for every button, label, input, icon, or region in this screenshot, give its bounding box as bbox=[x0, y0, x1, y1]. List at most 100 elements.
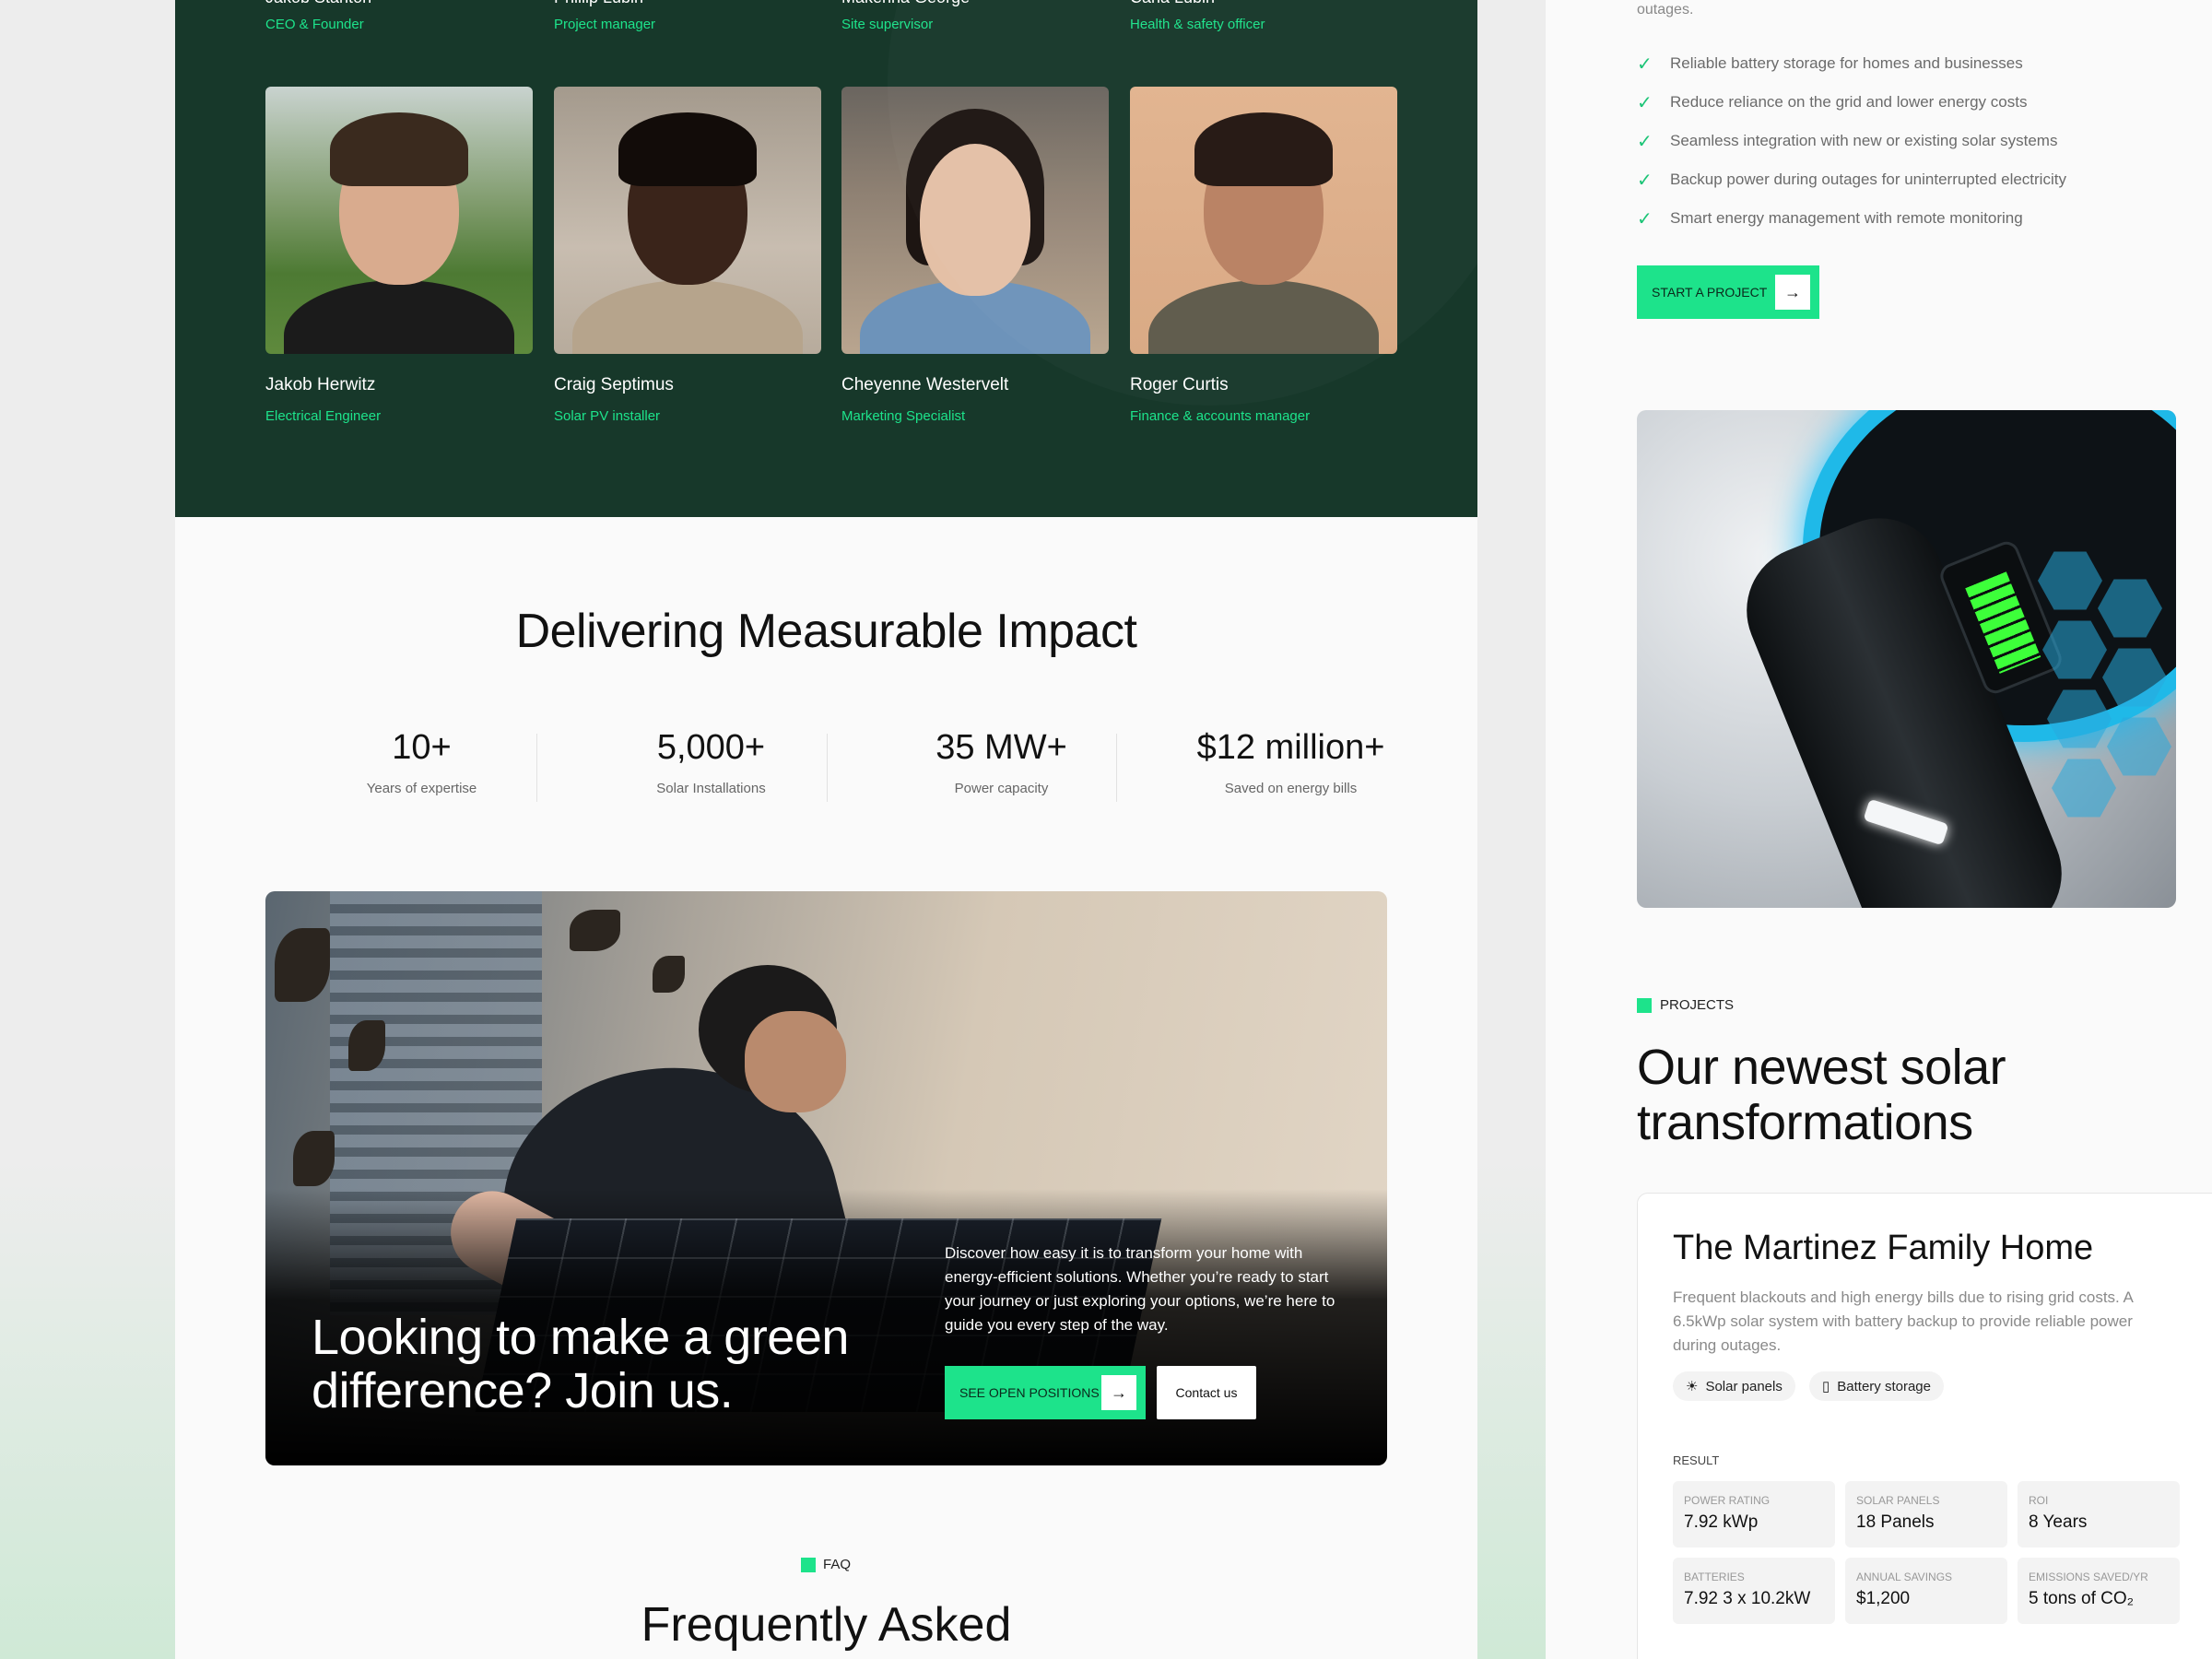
faq-section-tag: FAQ bbox=[801, 1557, 851, 1572]
chip-label: Solar panels bbox=[1705, 1378, 1783, 1394]
battery-level-bars bbox=[1965, 571, 2041, 674]
member-name: Craig Septimus bbox=[554, 375, 674, 394]
metric-card: SOLAR PANELS 18 Panels bbox=[1845, 1481, 2007, 1547]
chip-label: Battery storage bbox=[1837, 1378, 1931, 1394]
list-item: ✓ Reduce reliance on the grid and lower e… bbox=[1637, 83, 2066, 122]
tag-chip: ▯ Battery storage bbox=[1809, 1371, 1944, 1401]
stat-divider bbox=[827, 734, 828, 802]
battery-icon: ▯ bbox=[1822, 1379, 1830, 1394]
team-section: Jakob Stanton CEO & Founder Phillip Lubi… bbox=[175, 0, 1477, 517]
metric-value: 8 Years bbox=[2029, 1512, 2088, 1532]
join-us-banner: Looking to make a green difference? Join… bbox=[265, 891, 1387, 1465]
member-role: Site supervisor bbox=[841, 17, 934, 32]
metric-value: $1,200 bbox=[1856, 1589, 1911, 1608]
metric-value: 5 tons of CO₂ bbox=[2029, 1589, 2135, 1608]
tag-square-icon bbox=[801, 1557, 816, 1572]
battery-charger-image bbox=[1637, 410, 2176, 908]
member-role: Project manager bbox=[554, 17, 656, 32]
leaf-shape bbox=[293, 1131, 335, 1186]
result-label: RESULT bbox=[1673, 1453, 1720, 1467]
stat-value: 5,000+ bbox=[656, 728, 766, 767]
main-canvas: Jakob Stanton CEO & Founder Phillip Lubi… bbox=[175, 0, 1477, 1659]
benefit-text: Seamless integration with new or existin… bbox=[1670, 132, 2058, 149]
member-name: Phillip Lubin bbox=[554, 0, 655, 7]
intro-text-tail: outages. bbox=[1637, 2, 1694, 18]
member-name: Jakob Herwitz bbox=[265, 375, 376, 394]
project-card[interactable]: The Martinez Family Home Frequent blacko… bbox=[1637, 1193, 2212, 1659]
stat-label: Power capacity bbox=[954, 781, 1049, 796]
list-item: ✓ Seamless integration with new or existi… bbox=[1637, 122, 2066, 160]
metric-label: POWER RATING bbox=[1684, 1494, 1771, 1507]
member-photo bbox=[554, 87, 821, 354]
hex-icon bbox=[2052, 759, 2116, 818]
leaf-shape bbox=[348, 1020, 385, 1071]
benefits-list: ✓ Reliable battery storage for homes and … bbox=[1637, 44, 2066, 238]
member-role: CEO & Founder bbox=[265, 17, 364, 32]
stat-divider bbox=[536, 734, 537, 802]
team-member-card: Phillip Lubin Project manager bbox=[554, 0, 655, 32]
metric-label: EMISSIONS SAVED/YR bbox=[2029, 1571, 2148, 1583]
team-member-card: Craig Septimus Solar PV installer bbox=[554, 87, 821, 424]
team-member-card: Carla Lubin Health & safety officer bbox=[1130, 0, 1265, 32]
benefit-text: Backup power during outages for uninterr… bbox=[1670, 171, 2066, 188]
benefit-text: Reliable battery storage for homes and b… bbox=[1670, 54, 2023, 72]
member-role: Electrical Engineer bbox=[265, 408, 382, 424]
stat-item: $12 million+ Saved on energy bills bbox=[1146, 728, 1436, 796]
team-member-card: Makenna George Site supervisor bbox=[841, 0, 970, 32]
member-photo bbox=[265, 87, 533, 354]
metric-label: BATTERIES bbox=[1684, 1571, 1745, 1583]
member-role: Marketing Specialist bbox=[841, 408, 966, 424]
leaf-shape bbox=[570, 910, 620, 951]
stat-label: Saved on energy bills bbox=[1224, 781, 1358, 796]
impact-title: Delivering Measurable Impact bbox=[515, 605, 1137, 658]
project-description: Frequent blackouts and high energy bills… bbox=[1673, 1288, 2133, 1354]
stat-item: 5,000+ Solar Installations bbox=[566, 728, 856, 796]
stat-item: 35 MW+ Power capacity bbox=[856, 728, 1147, 796]
member-name: Cheyenne Westervelt bbox=[841, 375, 1009, 394]
start-project-button[interactable]: START A PROJECT → bbox=[1637, 265, 1819, 319]
metric-card: BATTERIES 7.92 3 x 10.2kW bbox=[1673, 1558, 1835, 1624]
stat-value: 10+ bbox=[392, 728, 452, 767]
join-title: Looking to make a green difference? Join… bbox=[312, 1310, 849, 1418]
metric-card: POWER RATING 7.92 kWp bbox=[1673, 1481, 1835, 1547]
stat-label: Solar Installations bbox=[656, 781, 766, 796]
team-member-card: Jakob Stanton CEO & Founder bbox=[265, 0, 371, 32]
leaf-shape bbox=[275, 928, 330, 1002]
list-item: ✓ Smart energy management with remote mon… bbox=[1637, 199, 2066, 238]
check-icon: ✓ bbox=[1637, 92, 1653, 113]
tag-label: FAQ bbox=[823, 1557, 852, 1572]
check-icon: ✓ bbox=[1637, 208, 1653, 229]
see-open-positions-button[interactable]: SEE OPEN POSITIONS → bbox=[945, 1366, 1146, 1419]
project-title: The Martinez Family Home bbox=[1673, 1229, 2094, 1267]
check-icon: ✓ bbox=[1637, 170, 1653, 191]
worker-face bbox=[745, 1011, 846, 1112]
metric-value: 7.92 kWp bbox=[1684, 1512, 1759, 1532]
tag-label: PROJECTS bbox=[1660, 997, 1735, 1013]
leaf-shape bbox=[653, 956, 685, 993]
contact-us-button[interactable]: Contact us bbox=[1157, 1366, 1256, 1419]
join-description: Discover how easy it is to transform you… bbox=[945, 1244, 1335, 1334]
member-role: Finance & accounts manager bbox=[1130, 408, 1311, 424]
list-item: ✓ Backup power during outages for uninter… bbox=[1637, 160, 2066, 199]
metric-value: 18 Panels bbox=[1856, 1512, 1935, 1532]
tag-chip: ☀ Solar panels bbox=[1673, 1371, 1795, 1401]
stat-divider bbox=[1116, 734, 1117, 802]
arrow-right-icon: → bbox=[1101, 1375, 1136, 1410]
team-member-card: Jakob Herwitz Electrical Engineer bbox=[265, 87, 533, 424]
tag-square-icon bbox=[1637, 997, 1652, 1013]
member-name: Carla Lubin bbox=[1130, 0, 1265, 7]
button-label: START A PROJECT bbox=[1652, 285, 1768, 300]
side-panel: outages. ✓ Reliable battery storage for h… bbox=[1546, 0, 2212, 1659]
member-name: Makenna George bbox=[841, 0, 970, 7]
benefit-text: Reduce reliance on the grid and lower en… bbox=[1670, 93, 2028, 111]
member-name: Roger Curtis bbox=[1130, 375, 1229, 394]
projects-title: Our newest solar transformations bbox=[1637, 1040, 2006, 1150]
stat-value: $12 million+ bbox=[1196, 728, 1385, 767]
metric-label: ANNUAL SAVINGS bbox=[1856, 1571, 1953, 1583]
member-role: Solar PV installer bbox=[554, 408, 661, 424]
member-photo bbox=[1130, 87, 1397, 354]
stat-item: 10+ Years of expertise bbox=[276, 728, 567, 796]
check-icon: ✓ bbox=[1637, 53, 1653, 75]
button-label: SEE OPEN POSITIONS bbox=[959, 1385, 1100, 1400]
team-member-card: Cheyenne Westervelt Marketing Specialist bbox=[841, 87, 1109, 424]
